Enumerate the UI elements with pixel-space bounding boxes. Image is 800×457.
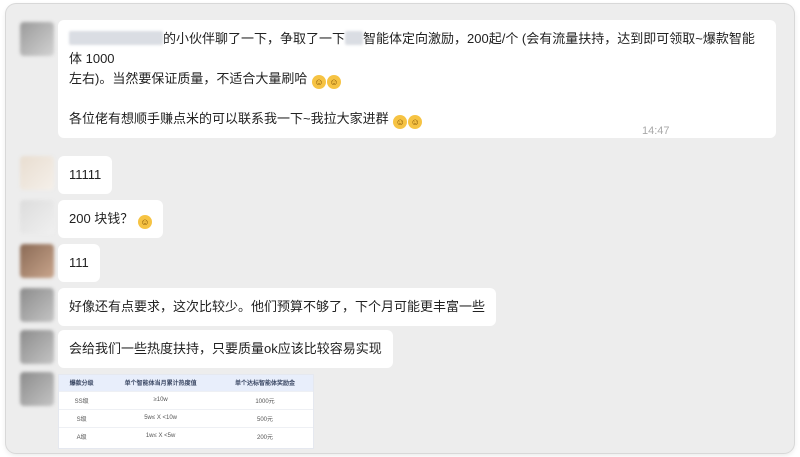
table-row: SS级 ≥10w 1000元 xyxy=(59,390,313,409)
avatar[interactable] xyxy=(20,156,54,190)
message-bubble[interactable]: 好像还有点要求，这次比较少。他们预算不够了，下个月可能更丰富一些 xyxy=(58,288,497,326)
table-cell: 1000元 xyxy=(217,390,313,409)
table-cell: 200元 xyxy=(217,426,313,445)
table-header: 单个智能体当月累计热度值 xyxy=(104,375,218,391)
table-header-row: 爆款分级 单个智能体当月累计热度值 单个达标智能体奖励金 xyxy=(59,375,313,391)
message-text: 会给我们一些热度扶持，只要质量ok应该比较容易实现 xyxy=(69,341,382,356)
avatar[interactable] xyxy=(20,288,54,322)
message-timestamp: 14:47 xyxy=(642,125,670,137)
avatar[interactable] xyxy=(20,244,54,278)
redacted-text xyxy=(345,31,364,45)
message-text: 111 xyxy=(69,255,89,270)
table-cell: S级 xyxy=(59,408,105,427)
message-text: 11111 xyxy=(69,167,102,182)
table-cell: 5w≤ X <10w xyxy=(104,408,218,427)
emoji-icon: ☺ xyxy=(393,115,408,129)
emoji-icon: ☺ xyxy=(326,75,341,89)
table-header: 爆款分级 xyxy=(59,375,105,391)
redacted-name xyxy=(69,31,163,45)
message-bubble[interactable]: 200 块钱？ ☺ xyxy=(58,200,163,238)
avatar[interactable] xyxy=(20,330,54,364)
message-text: 的小伙伴聊了一下，争取了一下 xyxy=(163,31,346,46)
avatar[interactable] xyxy=(20,200,54,234)
emoji-icon: ☺ xyxy=(311,75,326,89)
table-header: 单个达标智能体奖励金 xyxy=(217,375,313,391)
emoji-icon: ☺ xyxy=(408,115,423,129)
message-text: 各位佬有想顺手赚点米的可以联系我一下~我拉大家进群 xyxy=(69,111,389,126)
laughing-emoji-icon: ☺ xyxy=(137,215,152,229)
message-line: 左右)。当然要保证质量，不适合大量刷哈 ☺ ☺ xyxy=(69,69,765,89)
message-text: 200 块钱？ xyxy=(69,211,134,226)
reward-table: 爆款分级 单个智能体当月累计热度值 单个达标智能体奖励金 SS级 ≥10w 10… xyxy=(59,375,313,445)
table-cell: SS级 xyxy=(59,390,105,409)
table-cell: ≥10w xyxy=(104,390,218,409)
table-row: S级 5w≤ X <10w 500元 xyxy=(59,408,313,427)
message-bubble[interactable]: 的小伙伴聊了一下，争取了一下 智能体定向激励，200起/个 (会有流量扶持，达到即… xyxy=(58,20,776,138)
avatar[interactable] xyxy=(20,22,54,56)
table-row: A级 1w≤ X <5w 200元 xyxy=(59,426,313,445)
message-text: 左右)。当然要保证质量，不适合大量刷哈 xyxy=(69,71,308,86)
table-cell: A级 xyxy=(59,426,105,445)
message-bubble[interactable]: 会给我们一些热度扶持，只要质量ok应该比较容易实现 xyxy=(58,330,393,368)
message-text: 好像还有点要求，这次比较少。他们预算不够了，下个月可能更丰富一些 xyxy=(69,299,486,314)
message-bubble[interactable]: 11111 xyxy=(58,156,113,194)
table-cell: 1w≤ X <5w xyxy=(104,426,218,445)
message-line: 的小伙伴聊了一下，争取了一下 智能体定向激励，200起/个 (会有流量扶持，达到即… xyxy=(69,29,765,69)
avatar[interactable] xyxy=(20,372,54,406)
chat-window: 的小伙伴聊了一下，争取了一下 智能体定向激励，200起/个 (会有流量扶持，达到即… xyxy=(6,4,794,453)
image-message[interactable]: 爆款分级 单个智能体当月累计热度值 单个达标智能体奖励金 SS级 ≥10w 10… xyxy=(58,374,314,449)
message-bubble[interactable]: 111 xyxy=(58,244,100,282)
table-cell: 500元 xyxy=(217,408,313,427)
